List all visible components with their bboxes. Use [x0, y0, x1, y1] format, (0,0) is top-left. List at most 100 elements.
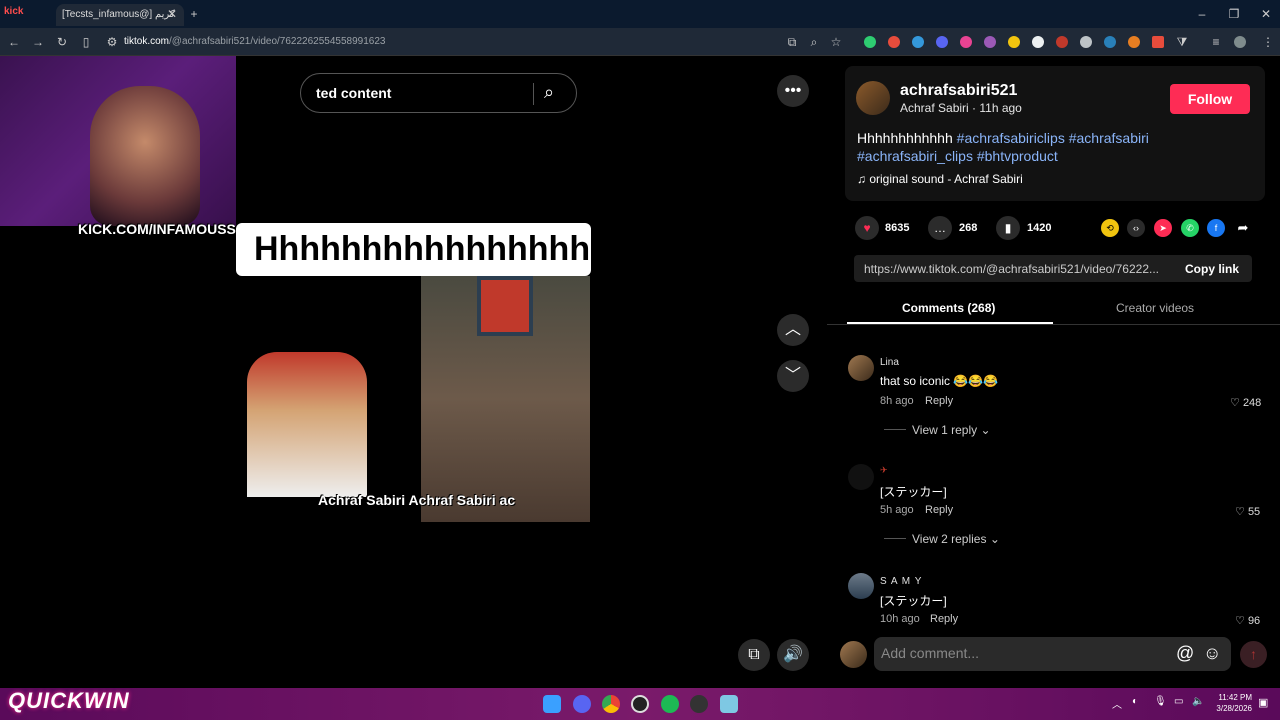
extension-icon[interactable]: [1008, 36, 1020, 48]
site-info-icon[interactable]: ⚙: [100, 28, 124, 56]
comment-bubble-icon[interactable]: …: [928, 216, 952, 240]
comment-like[interactable]: ♡ 248: [1230, 396, 1261, 409]
commenter-avatar[interactable]: [848, 573, 874, 599]
post-description: Hhhhhhhhhhhh #achrafsabiriclips #achrafs…: [857, 129, 1257, 165]
more-options-icon[interactable]: •••: [777, 75, 809, 107]
commenter-avatar[interactable]: [848, 355, 874, 381]
notification-icon[interactable]: ▣: [1258, 696, 1268, 709]
like-heart-icon[interactable]: ♥: [855, 216, 879, 240]
bookmark-icon[interactable]: ▮: [996, 216, 1020, 240]
more-menu-icon[interactable]: ⋮: [1256, 28, 1280, 56]
chevron-down-icon: ⌄: [980, 423, 991, 437]
copy-link-button[interactable]: Copy link: [1185, 262, 1239, 276]
spotify-icon[interactable]: [661, 695, 679, 713]
zoom-icon[interactable]: ⌕: [802, 28, 826, 56]
maximize-icon[interactable]: ❐: [1222, 0, 1246, 28]
profile-avatar[interactable]: [1234, 36, 1246, 48]
url-field[interactable]: tiktok.com/@achrafsabiri521/video/762226…: [124, 32, 784, 52]
mail-icon[interactable]: [720, 695, 738, 713]
search-icon[interactable]: ⌕: [544, 82, 554, 103]
comment-like[interactable]: ♡ 55: [1235, 505, 1260, 518]
extension-icon[interactable]: [912, 36, 924, 48]
new-tab-icon[interactable]: +: [182, 0, 206, 28]
tray-app-icon[interactable]: ◐: [1132, 696, 1138, 707]
quickwin-banner: QUICKWIN: [8, 688, 130, 713]
author-avatar[interactable]: [856, 81, 890, 115]
extension-icon[interactable]: [1128, 36, 1140, 48]
forward-icon[interactable]: →: [26, 28, 50, 56]
network-icon[interactable]: ▭: [1174, 696, 1183, 707]
close-tab-icon[interactable]: ✕: [160, 0, 184, 28]
my-avatar: [840, 641, 867, 668]
extensions-puzzle-icon[interactable]: ⧩: [1170, 28, 1194, 56]
extension-icon[interactable]: [960, 36, 972, 48]
hashtag[interactable]: #achrafsabiriclips: [957, 130, 1065, 146]
extension-icon[interactable]: [984, 36, 996, 48]
extension-icon[interactable]: [936, 36, 948, 48]
commenter-name[interactable]: Lina: [880, 357, 899, 368]
hashtag[interactable]: #bhtvproduct: [977, 148, 1058, 164]
tray-chevron-icon[interactable]: ︿: [1112, 696, 1122, 711]
volume-icon[interactable]: 🔊: [777, 639, 809, 671]
tab-comments[interactable]: Comments (268): [902, 301, 995, 315]
facebook-icon[interactable]: f: [1207, 219, 1225, 237]
pip-icon[interactable]: ⧉: [738, 639, 770, 671]
video-clip-image: [421, 276, 590, 522]
kick-logo-icon: kick: [4, 6, 24, 17]
tab-creator-videos[interactable]: Creator videos: [1116, 301, 1194, 315]
reply-button[interactable]: Reply: [930, 613, 958, 625]
microphone-icon[interactable]: 🎙: [1154, 696, 1167, 707]
previous-video-icon[interactable]: ︿: [777, 314, 809, 346]
reload-icon[interactable]: ↻: [50, 28, 74, 56]
browser-tab-bar: kick [Tecsts_infamous@] كريم ✕ + – ❐ ✕: [0, 0, 1280, 28]
install-icon[interactable]: ⧉: [780, 28, 804, 56]
app-icon[interactable]: [690, 695, 708, 713]
post-description-text: Hhhhhhhhhhhh: [857, 130, 953, 146]
extension-icon[interactable]: [1056, 36, 1068, 48]
extension-icon[interactable]: [1104, 36, 1116, 48]
comment-like[interactable]: ♡ 96: [1235, 614, 1260, 627]
send-to-friends-icon[interactable]: ➤: [1154, 219, 1172, 237]
repost-icon[interactable]: ⟲: [1101, 219, 1119, 237]
extension-icon[interactable]: [1152, 36, 1164, 48]
view-replies-button[interactable]: View 1 reply ⌄: [912, 423, 991, 437]
mention-icon[interactable]: @: [1176, 643, 1194, 664]
commenter-name[interactable]: S A M Y: [880, 576, 922, 587]
comment-text: [ステッカー]: [880, 485, 947, 499]
next-video-icon[interactable]: ﹀: [777, 360, 809, 392]
minimize-icon[interactable]: –: [1190, 0, 1214, 28]
view-replies-button[interactable]: View 2 replies ⌄: [912, 532, 1000, 546]
emoji-icon[interactable]: ☺: [1203, 643, 1221, 664]
share-arrow-icon[interactable]: ➦: [1234, 219, 1252, 237]
reply-button[interactable]: Reply: [925, 395, 953, 407]
extension-icon[interactable]: [888, 36, 900, 48]
speaker-icon[interactable]: 🔈: [1192, 696, 1204, 707]
back-icon[interactable]: ←: [2, 28, 26, 56]
system-clock[interactable]: 11:42 PM 3/28/2026: [1210, 692, 1252, 714]
hashtag[interactable]: #achrafsabiri_clips: [857, 148, 973, 164]
like-count: 8635: [885, 222, 910, 234]
follow-button[interactable]: Follow: [1170, 84, 1250, 114]
discord-icon[interactable]: [573, 695, 591, 713]
bookmark-star-icon[interactable]: ☆: [824, 28, 848, 56]
hashtag[interactable]: #achrafsabiri: [1069, 130, 1149, 146]
close-window-icon[interactable]: ✕: [1254, 0, 1278, 28]
chrome-icon[interactable]: [602, 695, 620, 713]
menu-lines-icon[interactable]: ≡: [1204, 28, 1228, 56]
sidebar-icon[interactable]: ▯: [74, 28, 98, 56]
extension-icon[interactable]: [1080, 36, 1092, 48]
extension-icon[interactable]: [1032, 36, 1044, 48]
send-arrow-icon[interactable]: ↑: [1240, 641, 1267, 668]
reply-button[interactable]: Reply: [925, 504, 953, 516]
author-username[interactable]: achrafsabiri521: [900, 82, 1017, 100]
obs-icon[interactable]: [631, 695, 649, 713]
commenter-avatar[interactable]: [848, 464, 874, 490]
video-link[interactable]: https://www.tiktok.com/@achrafsabiri521/…: [864, 262, 1169, 276]
whatsapp-icon[interactable]: ✆: [1181, 219, 1199, 237]
sound-link[interactable]: ♫ original sound - Achraf Sabiri: [857, 172, 1023, 186]
heart-outline-icon: ♡: [1235, 506, 1245, 518]
embed-code-icon[interactable]: ‹›: [1127, 219, 1145, 237]
windows-start-icon[interactable]: [543, 695, 561, 713]
video-caption: Hhhhhhhhhhhhhhhhh: [236, 223, 591, 276]
extension-icon[interactable]: [864, 36, 876, 48]
